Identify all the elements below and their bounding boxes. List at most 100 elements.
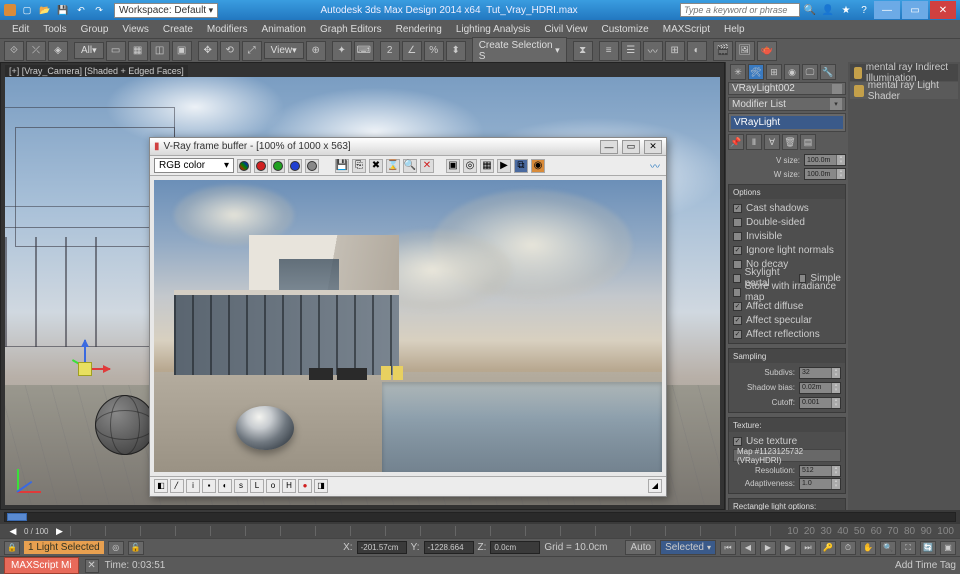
workspace-selector[interactable]: Workspace: Default ▾: [114, 3, 218, 18]
snap-angle-icon[interactable]: ∠: [402, 41, 422, 61]
snap-2d-icon[interactable]: 2: [380, 41, 400, 61]
viewport[interactable]: [+] [Vray_Camera] [Shaded + Edged Faces]: [0, 62, 725, 510]
pin-stack-icon[interactable]: 📌: [728, 134, 744, 150]
checkbox[interactable]: [733, 260, 742, 269]
options-header[interactable]: Options: [729, 185, 845, 199]
select-name-icon[interactable]: ▦: [128, 41, 148, 61]
link-icon[interactable]: ⟐: [4, 41, 24, 61]
named-selection-sets[interactable]: Create Selection S ▾: [472, 37, 567, 65]
select-region-icon[interactable]: ◫: [150, 41, 170, 61]
redo-icon[interactable]: ↷: [92, 3, 106, 17]
render-production-icon[interactable]: 🫖: [757, 41, 777, 61]
modifier-list-dropdown[interactable]: Modifier List▾: [728, 97, 846, 111]
spinner-shadowbias[interactable]: 0.02m▴▾: [799, 382, 841, 394]
menu-group[interactable]: Group: [75, 22, 115, 37]
show-end-result-icon[interactable]: Ⅱ: [746, 134, 762, 150]
menu-views[interactable]: Views: [116, 22, 155, 37]
display-tab-icon[interactable]: 🖵: [802, 64, 818, 80]
app-icon[interactable]: [4, 4, 16, 16]
vfb-render-last-icon[interactable]: ◉: [531, 159, 545, 173]
auto-key-button[interactable]: Auto: [625, 540, 656, 555]
new-icon[interactable]: ▢: [20, 3, 34, 17]
open-icon[interactable]: 📂: [38, 3, 52, 17]
selection-lock-icon[interactable]: 🔓: [128, 541, 144, 555]
goto-end-icon[interactable]: ⏭: [800, 541, 816, 555]
time-slider[interactable]: [0, 510, 960, 524]
stack-item-vraylight[interactable]: VRayLight: [731, 116, 843, 129]
zoom-icon[interactable]: 🔍: [880, 541, 896, 555]
mirror-icon[interactable]: ⧗: [573, 41, 593, 61]
unlink-icon[interactable]: ⤫: [26, 41, 46, 61]
vfb-clear-icon[interactable]: ✖: [369, 159, 383, 173]
time-config-icon[interactable]: ⏱: [840, 541, 856, 555]
spinner-adaptiveness[interactable]: 1.0▴▾: [799, 478, 841, 490]
key-mode-icon[interactable]: 🔑: [820, 541, 836, 555]
create-tab-icon[interactable]: ✳: [730, 64, 746, 80]
vfb-red-icon[interactable]: [254, 159, 268, 173]
vfb-render-output[interactable]: [154, 180, 662, 472]
vfb-region-icon[interactable]: ▣: [446, 159, 460, 173]
vfb-vray-logo-icon[interactable]: 〰: [648, 159, 662, 173]
modify-tab-icon[interactable]: 🛠: [748, 64, 764, 80]
motion-tab-icon[interactable]: ◉: [784, 64, 800, 80]
scale-icon[interactable]: ⤢: [242, 41, 262, 61]
vfb-minimize-button[interactable]: —: [600, 140, 618, 154]
minimize-button[interactable]: —: [874, 1, 900, 19]
maxscript-listener-button[interactable]: MAXScript Mi: [4, 557, 79, 574]
checkbox[interactable]: ✓: [733, 302, 742, 311]
checkbox[interactable]: ✓: [733, 316, 742, 325]
help-search-input[interactable]: [680, 3, 800, 17]
vfb-blue-icon[interactable]: [288, 159, 302, 173]
close-listener-icon[interactable]: ✕: [85, 559, 99, 573]
v-size-spinner[interactable]: 100.0m▴▾: [804, 154, 846, 166]
checkbox[interactable]: [733, 274, 741, 283]
maximize-viewport-icon[interactable]: ▣: [940, 541, 956, 555]
vfb-curve-icon[interactable]: 〳: [170, 479, 184, 493]
menu-modifiers[interactable]: Modifiers: [201, 22, 254, 37]
object-name-field[interactable]: VRayLight002: [728, 82, 846, 95]
configure-sets-icon[interactable]: ▤: [800, 134, 816, 150]
viewport-label[interactable]: [+] [Vray_Camera] [Shaded + Edged Faces]: [5, 65, 188, 77]
texture-header[interactable]: Texture:: [729, 418, 845, 432]
utilities-tab-icon[interactable]: 🔧: [820, 64, 836, 80]
bind-icon[interactable]: ◈: [48, 41, 68, 61]
spinner-resolution[interactable]: 512▴▾: [799, 465, 841, 477]
ref-coord-system[interactable]: View ▾: [264, 42, 304, 59]
vray-frame-buffer-window[interactable]: ▮ V-Ray frame buffer - [100% of 1000 x 5…: [149, 137, 667, 497]
tab-light-shader[interactable]: mental ray Light Shader: [850, 82, 958, 99]
prev-frame-icon[interactable]: ◀: [740, 541, 756, 555]
vfb-close-button[interactable]: ✕: [644, 140, 662, 154]
zoom-extents-icon[interactable]: ⛶: [900, 541, 916, 555]
select-icon[interactable]: ▭: [106, 41, 126, 61]
vfb-info-icon[interactable]: i: [186, 479, 200, 493]
add-time-tag[interactable]: Add Time Tag: [895, 560, 956, 571]
remove-modifier-icon[interactable]: 🗑: [782, 134, 798, 150]
help-icon[interactable]: ?: [856, 3, 872, 17]
layers-icon[interactable]: ☰: [621, 41, 641, 61]
vfb-srgb-icon[interactable]: s: [234, 479, 248, 493]
move-icon[interactable]: ✥: [198, 41, 218, 61]
menu-edit[interactable]: Edit: [6, 22, 35, 37]
checkbox[interactable]: [733, 232, 742, 241]
material-editor-icon[interactable]: ◐: [687, 41, 707, 61]
coord-y[interactable]: -1228.664: [424, 541, 474, 554]
vfb-duplicate-icon[interactable]: ⧉: [514, 159, 528, 173]
orbit-icon[interactable]: 🔄: [920, 541, 936, 555]
play-icon[interactable]: ▶: [760, 541, 776, 555]
selection-filter[interactable]: All ▾: [74, 42, 104, 59]
texture-map-button[interactable]: Map #1123125732 (VRayHDRI): [733, 449, 841, 462]
spinner-snap-icon[interactable]: ⬍: [446, 41, 466, 61]
menu-lighting-analysis[interactable]: Lighting Analysis: [450, 22, 537, 37]
checkbox[interactable]: ✓: [733, 204, 742, 213]
lock-selection-icon[interactable]: 🔒: [4, 541, 20, 555]
vfb-clamp-icon[interactable]: ◐: [218, 479, 232, 493]
hierarchy-tab-icon[interactable]: ⊞: [766, 64, 782, 80]
vfb-lut-icon[interactable]: L: [250, 479, 264, 493]
checkbox[interactable]: [733, 288, 741, 297]
menu-tools[interactable]: Tools: [37, 22, 72, 37]
curve-editor-icon[interactable]: 〰: [643, 41, 663, 61]
vfb-pixel-icon[interactable]: ▪: [202, 479, 216, 493]
vfb-resize-grip-icon[interactable]: ◢: [648, 479, 662, 493]
undo-icon[interactable]: ↶: [74, 3, 88, 17]
align-icon[interactable]: ≡: [599, 41, 619, 61]
